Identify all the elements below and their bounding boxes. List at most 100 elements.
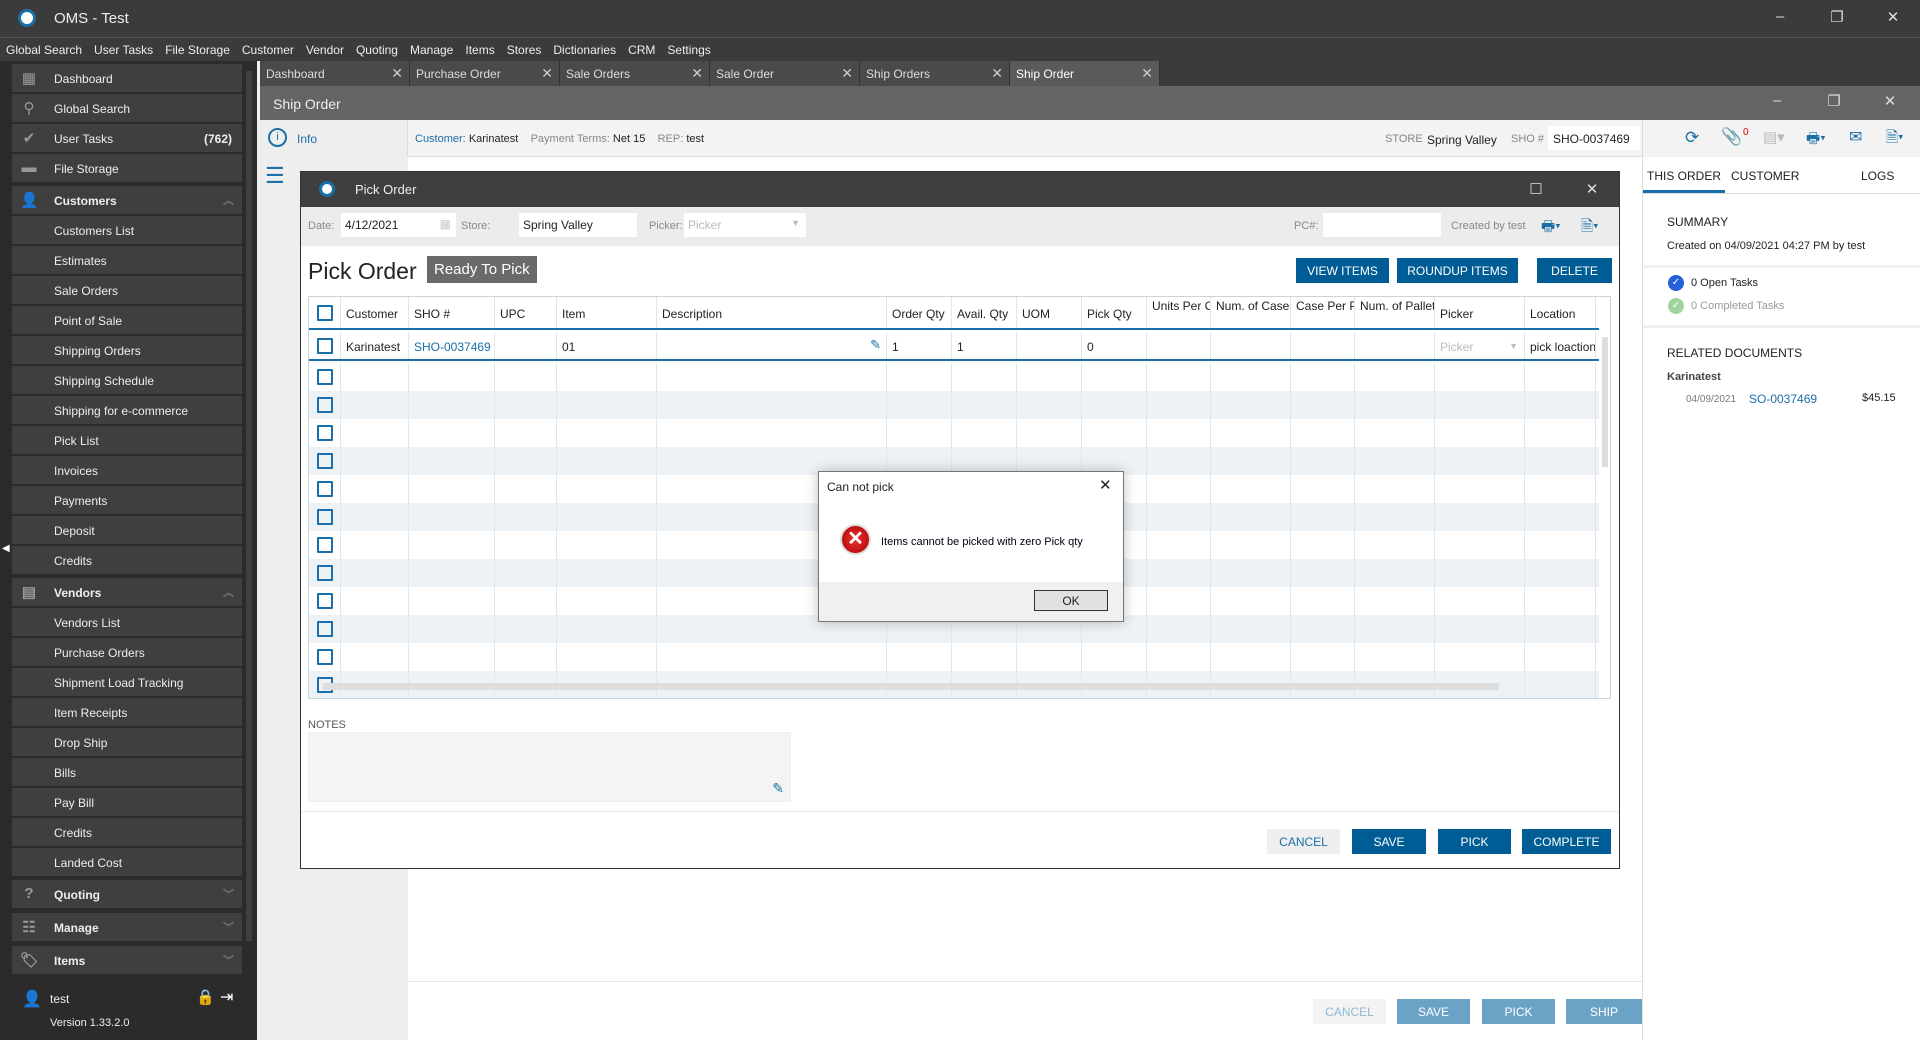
vertical-scrollbar[interactable] [1602, 337, 1608, 467]
row-checkbox[interactable] [316, 338, 333, 354]
ship-order-close[interactable]: ✕ [1875, 92, 1905, 110]
email-icon[interactable]: ✉ [1849, 127, 1862, 147]
sidebar-item-global-search[interactable]: ⚲ Global Search [12, 94, 242, 123]
close-tab-icon[interactable]: ✕ [841, 65, 853, 82]
row-checkbox[interactable] [316, 537, 333, 553]
sidebar-item-dashboard[interactable]: ▦ Dashboard [12, 64, 242, 93]
right-tab-this-order[interactable]: THIS ORDER [1643, 157, 1725, 193]
menu-settings[interactable]: Settings [667, 38, 716, 61]
minimize-button[interactable]: – [1765, 8, 1795, 25]
picker-dropdown[interactable]: Picker ▼ [684, 213, 806, 237]
menu-user-tasks[interactable]: User Tasks [94, 38, 159, 61]
tab-ship-order[interactable]: Ship Order ✕ [1010, 61, 1160, 86]
cell-description[interactable]: ✎ [657, 332, 887, 359]
document-icon[interactable]: 🗎▾ [1581, 216, 1599, 241]
edit-pencil-icon[interactable]: ✎ [772, 780, 784, 797]
sidebar-group-customers[interactable]: 👤 Customers ︿ [12, 186, 242, 215]
tab-sale-order[interactable]: Sale Order ✕ [710, 61, 860, 86]
sidebar-group-items[interactable]: 🏷 Items ﹀ [12, 946, 242, 975]
ship-order-minimize[interactable]: – [1762, 92, 1792, 109]
sidebar-group-vendors[interactable]: ▤ Vendors ︿ [12, 578, 242, 607]
cell-pick_qty[interactable]: 0 [1082, 332, 1147, 359]
sidebar-item-drop-ship[interactable]: Drop Ship [12, 728, 242, 757]
menu-manage[interactable]: Manage [410, 38, 459, 61]
delete-button[interactable]: DELETE [1537, 258, 1612, 283]
sidebar-item-pay-bill[interactable]: Pay Bill [12, 788, 242, 817]
list-icon[interactable]: ☰ [265, 163, 285, 189]
menu-customer[interactable]: Customer [242, 38, 300, 61]
row-checkbox[interactable] [316, 453, 333, 469]
ok-button[interactable]: OK [1034, 590, 1108, 611]
sidebar-collapse-arrow[interactable]: ◀ [2, 543, 10, 554]
sidebar-item-point-of-sale[interactable]: Point of Sale [12, 306, 242, 335]
sidebar-item-deposit[interactable]: Deposit [12, 516, 242, 545]
sidebar-item-customers-list[interactable]: Customers List [12, 216, 242, 245]
sidebar-item-vendors-list[interactable]: Vendors List [12, 608, 242, 637]
row-checkbox[interactable] [316, 593, 333, 609]
menu-global-search[interactable]: Global Search [6, 38, 88, 61]
menu-quoting[interactable]: Quoting [356, 38, 404, 61]
row-checkbox[interactable] [316, 565, 333, 581]
sidebar-item-item-receipts[interactable]: Item Receipts [12, 698, 242, 727]
sidebar-item-shipment-load-tracking[interactable]: Shipment Load Tracking [12, 668, 242, 697]
row-checkbox[interactable] [316, 621, 333, 637]
related-doc-link[interactable]: SO-0037469 [1749, 392, 1817, 406]
completed-tasks[interactable]: 0 Completed Tasks [1691, 300, 1784, 312]
close-tab-icon[interactable]: ✕ [991, 65, 1003, 82]
close-tab-icon[interactable]: ✕ [391, 65, 403, 82]
refresh-icon[interactable]: ⟳ [1685, 128, 1699, 148]
attachment-icon[interactable]: 📎 [1721, 127, 1742, 147]
menu-file-storage[interactable]: File Storage [165, 38, 236, 61]
ship-ship-button[interactable]: SHIP [1566, 999, 1642, 1024]
menu-vendor[interactable]: Vendor [306, 38, 350, 61]
sidebar-item-payments[interactable]: Payments [12, 486, 242, 515]
pick-cancel-button[interactable]: CANCEL [1267, 829, 1340, 854]
sidebar-item-landed-cost[interactable]: Landed Cost [12, 848, 242, 877]
close-tab-icon[interactable]: ✕ [691, 65, 703, 82]
tab-sale-orders[interactable]: Sale Orders ✕ [560, 61, 710, 86]
close-button[interactable]: ✕ [1878, 8, 1908, 26]
row-checkbox[interactable] [316, 397, 333, 413]
sidebar-item-shipping-orders[interactable]: Shipping Orders [12, 336, 242, 365]
sidebar-scrollbar[interactable] [246, 71, 252, 941]
close-tab-icon[interactable]: ✕ [541, 65, 553, 82]
restore-button[interactable]: ❐ [1822, 8, 1852, 26]
sidebar-group-quoting[interactable]: ? Quoting ﹀ [12, 880, 242, 909]
info-tab[interactable]: i Info [260, 120, 408, 157]
store-field[interactable]: Spring Valley [519, 213, 637, 237]
ship-save-button[interactable]: SAVE [1397, 999, 1470, 1024]
right-tab-logs[interactable]: LOGS [1861, 169, 1894, 183]
notes-field[interactable]: ✎ [308, 732, 791, 802]
horizontal-scrollbar[interactable] [323, 683, 1499, 690]
pc-field[interactable] [1323, 213, 1441, 237]
edit-pencil-icon[interactable]: ✎ [870, 337, 881, 353]
close-tab-icon[interactable]: ✕ [1141, 65, 1153, 82]
pick-save-button[interactable]: SAVE [1352, 829, 1426, 854]
table-row[interactable]: Karinatest SHO-0037469 01 ✎ 1 1 0 Picker ▼ pick l… [309, 332, 1599, 361]
sidebar-group-manage[interactable]: ☷ Manage ﹀ [12, 913, 242, 942]
tab-purchase-order[interactable]: Purchase Order ✕ [410, 61, 560, 86]
row-checkbox[interactable] [316, 369, 333, 385]
pick-complete-button[interactable]: COMPLETE [1522, 829, 1611, 854]
select-all-checkbox[interactable] [316, 305, 333, 321]
menu-dictionaries[interactable]: Dictionaries [553, 38, 622, 61]
pick-pick-button[interactable]: PICK [1438, 829, 1511, 854]
cell-location[interactable]: pick loaction [1525, 332, 1596, 359]
row-checkbox[interactable] [316, 649, 333, 665]
open-tasks[interactable]: 0 Open Tasks [1691, 277, 1758, 289]
cell-select[interactable] [309, 332, 341, 359]
right-tab-customer[interactable]: CUSTOMER [1731, 169, 1799, 183]
ship-order-restore[interactable]: ❐ [1819, 92, 1849, 110]
sidebar-item-shipping-for-e-commerce[interactable]: Shipping for e-commerce [12, 396, 242, 425]
cell-picker[interactable]: Picker ▼ [1435, 332, 1525, 359]
message-box-close[interactable]: ✕ [1099, 476, 1112, 494]
menu-crm[interactable]: CRM [628, 38, 661, 61]
row-checkbox[interactable] [316, 425, 333, 441]
ship-cancel-button[interactable]: CANCEL [1313, 999, 1386, 1024]
document-icon[interactable]: 🗎▾ [1886, 127, 1904, 152]
print-icon[interactable]: 🖶▾ [1806, 128, 1826, 153]
print-icon[interactable]: 🖶▾ [1541, 216, 1561, 241]
sidebar-item-credits[interactable]: Credits [12, 546, 242, 575]
lock-icon[interactable]: 🔒 [196, 988, 215, 1006]
sidebar-item-estimates[interactable]: Estimates [12, 246, 242, 275]
